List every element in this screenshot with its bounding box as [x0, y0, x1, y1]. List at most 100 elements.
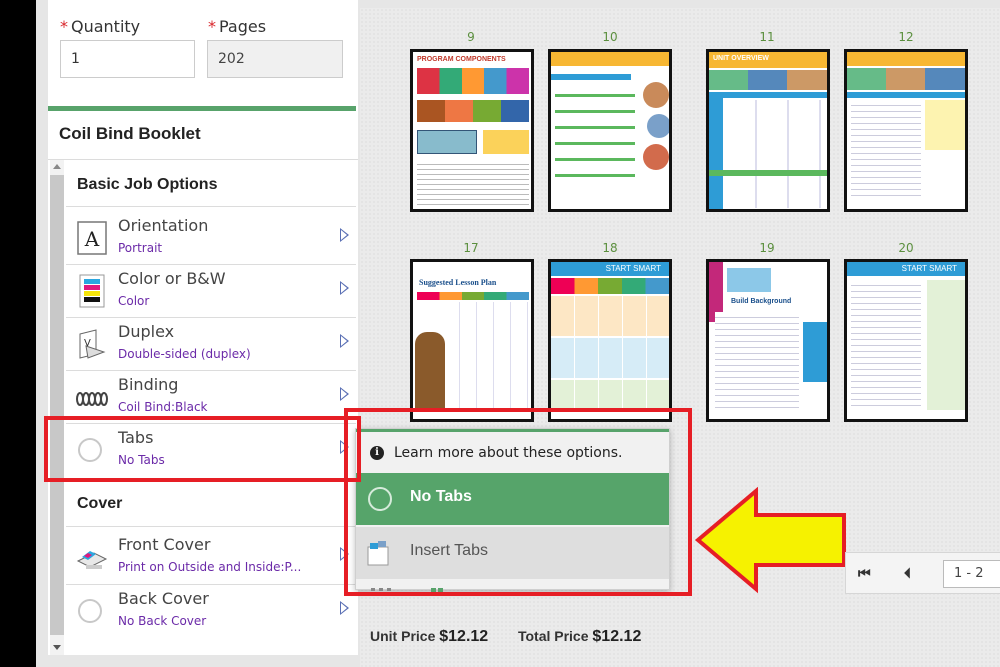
page-thumbnail[interactable]: PROGRAM COMPONENTS	[410, 49, 534, 212]
option-tabs[interactable]: Tabs No Tabs	[66, 424, 356, 476]
thumb-band	[847, 92, 965, 98]
svg-text:A: A	[84, 227, 100, 251]
divider	[48, 159, 358, 160]
scroll-down-icon[interactable]	[53, 645, 61, 650]
option-title: Duplex	[118, 322, 175, 341]
page-number: 10	[602, 30, 618, 44]
popup-accent-bar	[356, 429, 669, 432]
pages-field: 202	[207, 40, 343, 78]
thumb-band	[417, 292, 529, 300]
duplex-icon: V	[74, 326, 110, 362]
required-mark: *	[60, 17, 68, 36]
thumb-heading: Suggested Lesson Plan	[419, 278, 497, 287]
page-number: 17	[463, 241, 479, 255]
unit-price-label: Unit Price	[370, 628, 436, 644]
thumb-sidebar	[803, 322, 827, 382]
page-thumbnail[interactable]: UNIT OVERVIEW	[706, 49, 830, 212]
unit-price-value: $12.12	[439, 628, 489, 645]
pages-label: * Pages	[208, 17, 266, 36]
price-summary: Unit Price $12.12 Total Price $12.12	[370, 628, 641, 646]
thumb-heading: PROGRAM COMPONENTS	[417, 56, 506, 63]
thumb-text-lines	[555, 86, 635, 186]
page-range-input[interactable]: 1 - 2	[943, 560, 1000, 588]
thumb-text-lines	[417, 160, 529, 206]
thumb-image	[483, 130, 529, 154]
option-value: No Tabs	[118, 453, 165, 467]
total-price-label: Total Price	[517, 628, 589, 644]
chevron-right-icon[interactable]	[340, 601, 349, 615]
thumb-band	[709, 92, 827, 98]
thumb-band	[709, 170, 827, 176]
page-thumbnail[interactable]: START SMART	[548, 259, 672, 422]
page-number: 11	[759, 30, 775, 44]
thumb-photo	[643, 144, 669, 170]
coil-binding-icon	[74, 379, 110, 415]
page-number: 12	[898, 30, 914, 44]
radio-icon	[368, 487, 392, 511]
quantity-input[interactable]	[60, 40, 195, 78]
first-page-icon[interactable]: ⏮	[858, 566, 871, 582]
printer-icon	[74, 539, 110, 575]
insert-tabs-icon	[366, 539, 394, 567]
option-title: Front Cover	[118, 535, 211, 554]
quantity-label: * Quantity	[60, 17, 140, 36]
page-number: 9	[467, 30, 475, 44]
view-toggle-partial[interactable]	[371, 583, 461, 593]
scroll-up-icon[interactable]	[53, 164, 61, 169]
thumb-image	[847, 68, 965, 90]
option-title: Back Cover	[118, 589, 209, 608]
learn-more-text: Learn more about these options.	[394, 445, 623, 461]
orientation-icon: A	[74, 220, 110, 256]
page-thumbnail[interactable]: Build Background	[706, 259, 830, 422]
thumb-note	[925, 100, 965, 150]
option-title: Tabs	[118, 428, 154, 447]
option-color[interactable]: Color or B&W Color	[66, 265, 356, 317]
option-back-cover[interactable]: Back Cover No Back Cover	[66, 585, 356, 637]
product-accent-bar	[48, 106, 356, 111]
chevron-right-icon[interactable]	[340, 387, 349, 401]
option-value: Double-sided (duplex)	[118, 347, 251, 361]
section-cover: Cover	[77, 495, 123, 512]
page-thumbnail[interactable]: START SMART	[844, 259, 968, 422]
popup-option-label: No Tabs	[410, 488, 472, 505]
thumb-text-lines	[851, 100, 921, 200]
chevron-right-icon[interactable]	[340, 228, 349, 242]
tabs-options-popup: i Learn more about these options. No Tab…	[355, 428, 670, 590]
chevron-right-icon[interactable]	[340, 547, 349, 561]
chevron-right-icon[interactable]	[340, 281, 349, 295]
pages-label-text: Pages	[219, 17, 267, 36]
option-duplex[interactable]: V Duplex Double-sided (duplex)	[66, 318, 356, 370]
scrollbar-thumb[interactable]	[50, 175, 64, 635]
option-value: Print on Outside and Inside:P...	[118, 560, 302, 574]
chevron-right-icon[interactable]	[340, 334, 349, 348]
popup-option-insert-tabs[interactable]: Insert Tabs	[356, 527, 669, 579]
option-front-cover[interactable]: Front Cover Print on Outside and Inside:…	[66, 531, 356, 583]
thumb-photo	[643, 82, 669, 108]
thumb-image	[727, 268, 771, 292]
thumb-grid	[551, 296, 669, 336]
thumb-text-lines	[443, 302, 529, 412]
thumb-band	[551, 74, 631, 80]
thumb-sidebar	[927, 280, 965, 410]
divider	[66, 526, 356, 527]
thumb-header	[847, 52, 965, 66]
page-thumbnail[interactable]	[844, 49, 968, 212]
option-title: Orientation	[118, 216, 209, 235]
thumb-photo	[647, 114, 669, 138]
page-thumbnail[interactable]	[548, 49, 672, 212]
thumb-text-lines	[851, 280, 921, 410]
option-value: Coil Bind:Black	[118, 400, 208, 414]
option-title: Binding	[118, 375, 179, 394]
thumb-image	[417, 130, 477, 154]
thumb-header	[551, 52, 669, 66]
prev-page-icon[interactable]: ⏴	[904, 566, 911, 582]
learn-more-link[interactable]: i Learn more about these options.	[370, 445, 622, 461]
chevron-right-icon[interactable]	[340, 440, 349, 454]
thumb-image	[417, 68, 529, 94]
option-binding[interactable]: Binding Coil Bind:Black	[66, 371, 356, 423]
page-thumbnail[interactable]: Suggested Lesson Plan	[410, 259, 534, 422]
thumb-heading: Build Background	[731, 298, 792, 305]
popup-option-no-tabs[interactable]: No Tabs	[356, 473, 669, 525]
option-orientation[interactable]: A Orientation Portrait	[66, 212, 356, 264]
thumb-heading: UNIT OVERVIEW	[713, 55, 769, 62]
